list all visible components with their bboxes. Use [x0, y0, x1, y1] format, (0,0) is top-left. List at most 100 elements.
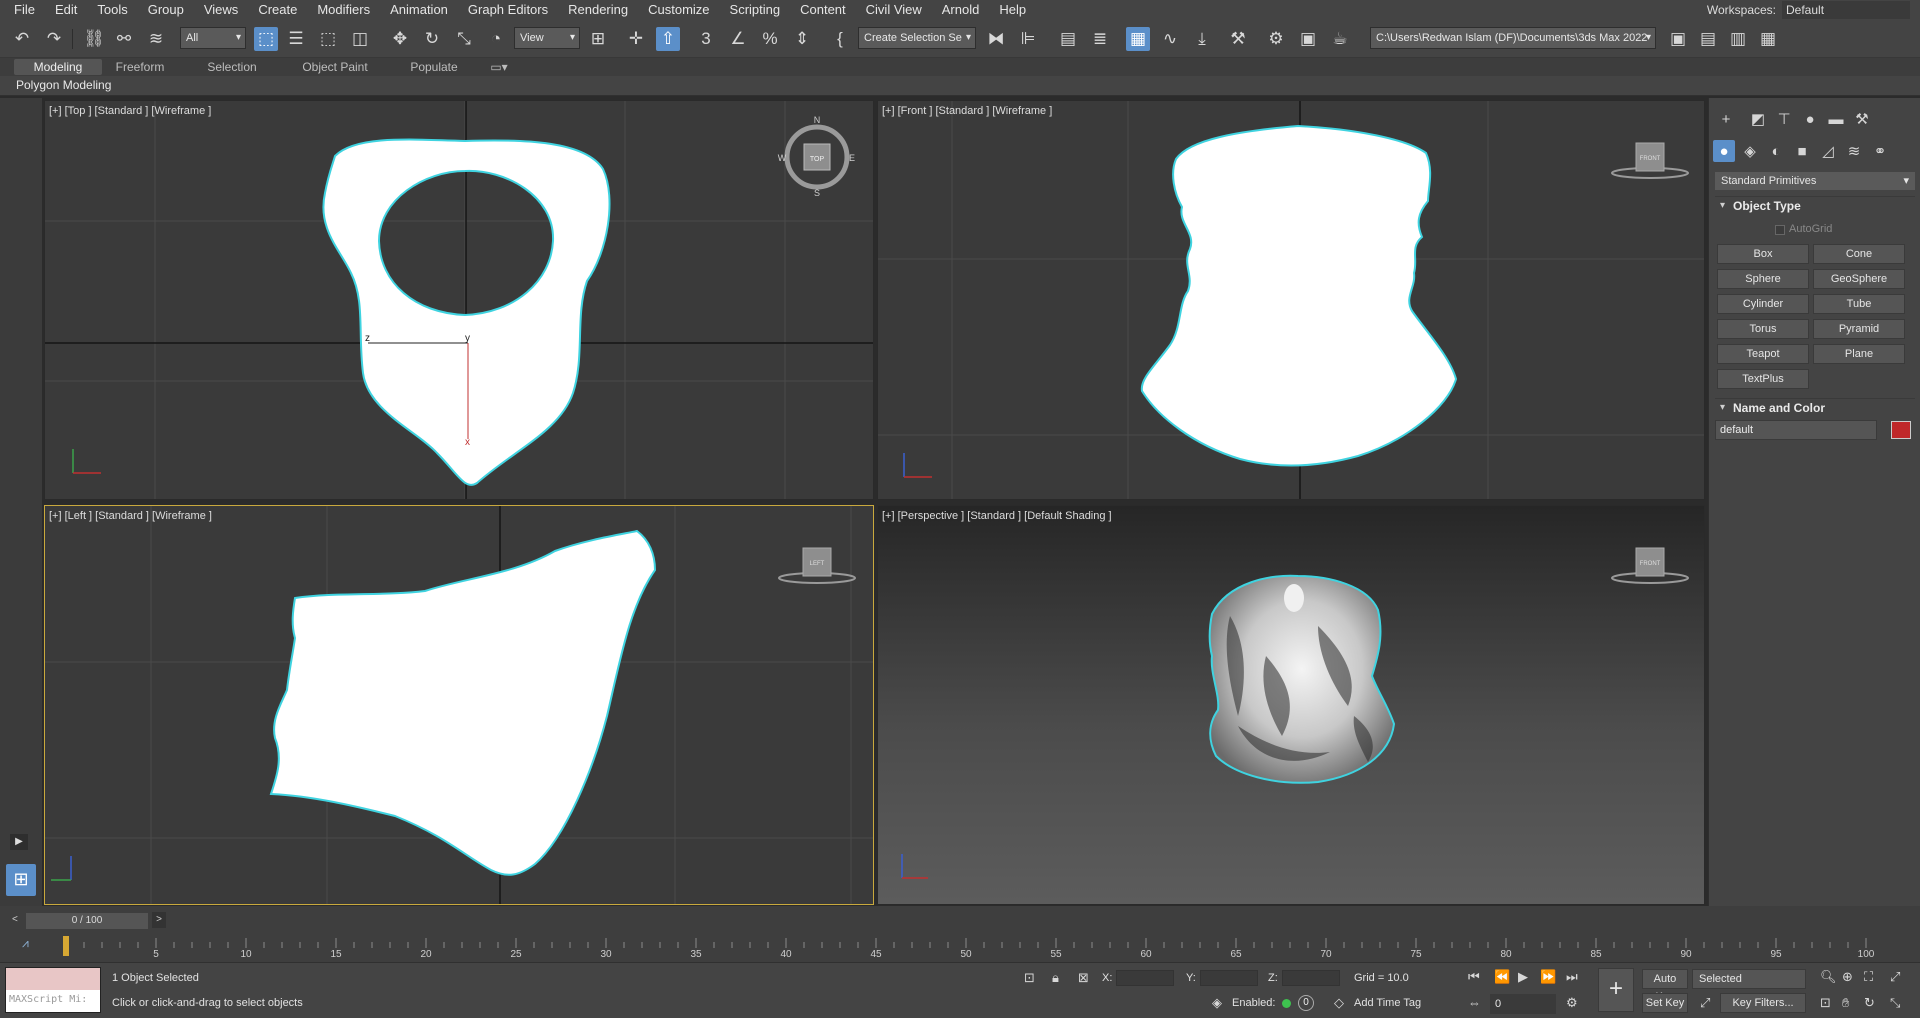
x-coord-field[interactable]: [1116, 970, 1174, 986]
viewport-top[interactable]: [+] [Top ] [Standard ] [Wireframe ] z y …: [44, 100, 874, 500]
material-editor-icon[interactable]: ⚒: [1226, 27, 1250, 51]
systems-icon[interactable]: ⚭: [1869, 140, 1891, 162]
z-coord-field[interactable]: [1282, 970, 1340, 986]
schematic-view-icon[interactable]: ⤓: [1190, 27, 1214, 51]
viewcube-perspective[interactable]: FRONT: [1611, 547, 1689, 584]
render-setup-icon[interactable]: ⚙: [1264, 27, 1288, 51]
tab-freeform[interactable]: Freeform: [108, 59, 172, 75]
time-slider[interactable]: 0 / 100: [26, 913, 148, 929]
snaps-toggle-icon[interactable]: 3: [694, 27, 718, 51]
field-of-view-icon[interactable]: ⊡: [1820, 995, 1831, 1011]
tab-object-paint[interactable]: Object Paint: [296, 59, 374, 75]
zoom-all-icon[interactable]: ⊕: [1842, 969, 1853, 985]
name-and-color-rollout[interactable]: Name and Color: [1715, 398, 1915, 417]
menu-modifiers[interactable]: Modifiers: [307, 0, 380, 20]
keyboard-shortcut-override-icon[interactable]: ⇧: [656, 27, 680, 51]
auto-key-button[interactable]: Auto Key: [1642, 969, 1688, 1003]
key-mode-select[interactable]: Selected: [1692, 969, 1806, 989]
next-frame-icon[interactable]: ⏩: [1540, 969, 1556, 985]
select-object-icon[interactable]: ⬚: [254, 27, 278, 51]
workspace-select[interactable]: Default: [1782, 1, 1910, 19]
box-button[interactable]: Box: [1717, 244, 1809, 264]
selection-filter-select[interactable]: All: [180, 27, 246, 49]
maximize-viewport-icon[interactable]: ⤡: [1890, 995, 1900, 1011]
project-folder-icon[interactable]: ▣: [1666, 27, 1690, 51]
track-bar[interactable]: 5 10 15 20 25 30 35 40 45 50 55 60 65 70 75 80 85 90 95 100: [46, 936, 1876, 960]
add-time-tag-button[interactable]: Add Time Tag: [1354, 997, 1421, 1009]
viewport-front[interactable]: [+] [Front ] [Standard ] [Wireframe ] FR…: [877, 100, 1705, 500]
rectangular-selection-icon[interactable]: ⬚: [316, 27, 340, 51]
viewport-top-label[interactable]: [+] [Top ] [Standard ] [Wireframe ]: [49, 105, 211, 117]
align-icon[interactable]: ⊫: [1016, 27, 1040, 51]
named-selection-set-select[interactable]: Create Selection Se: [858, 27, 976, 49]
display-tab-icon[interactable]: ▬: [1825, 108, 1847, 130]
curve-editor-icon[interactable]: ∿: [1158, 27, 1182, 51]
hierarchy-tab-icon[interactable]: ⊤: [1773, 108, 1795, 130]
key-tangent-icon[interactable]: ⤢: [1700, 995, 1710, 1011]
tab-modeling[interactable]: Modeling: [14, 59, 102, 75]
menu-civil-view[interactable]: Civil View: [856, 0, 932, 20]
redo-icon[interactable]: ↷: [42, 27, 66, 51]
orbit-icon[interactable]: ↻: [1864, 995, 1875, 1011]
cone-button[interactable]: Cone: [1813, 244, 1905, 264]
viewport-front-label[interactable]: [+] [Front ] [Standard ] [Wireframe ]: [882, 105, 1052, 117]
menu-create[interactable]: Create: [248, 0, 307, 20]
zoom-extents-icon[interactable]: ⛶: [1864, 969, 1873, 985]
previous-frame-arrow-icon[interactable]: <: [12, 914, 18, 925]
menu-content[interactable]: Content: [790, 0, 856, 20]
menu-edit[interactable]: Edit: [45, 0, 87, 20]
time-tag-icon[interactable]: ◇: [1334, 995, 1344, 1011]
enabled-counter[interactable]: 0: [1298, 995, 1314, 1011]
select-and-scale-icon[interactable]: ⤡: [452, 27, 476, 51]
shapes-icon[interactable]: ◈: [1739, 140, 1761, 162]
open-project-icon[interactable]: ▤: [1696, 27, 1720, 51]
create-project-icon[interactable]: ▥: [1726, 27, 1750, 51]
polygon-modeling-label[interactable]: Polygon Modeling: [16, 78, 111, 92]
undo-icon[interactable]: ↶: [10, 27, 34, 51]
adaptive-degradation-icon[interactable]: ◈: [1212, 995, 1222, 1011]
key-mode-toggle-icon[interactable]: ⇔: [1468, 995, 1481, 1010]
isolate-selection-icon[interactable]: ⊡: [1024, 970, 1035, 986]
menu-animation[interactable]: Animation: [380, 0, 458, 20]
helpers-icon[interactable]: ◿: [1817, 140, 1839, 162]
textplus-button[interactable]: TextPlus: [1717, 369, 1809, 389]
motion-tab-icon[interactable]: ●: [1799, 108, 1821, 130]
object-name-field[interactable]: default: [1715, 420, 1877, 440]
mirror-icon[interactable]: ⧓: [984, 27, 1008, 51]
bind-to-space-warp-icon[interactable]: ≋: [144, 27, 168, 51]
reference-coordinate-select[interactable]: View: [514, 27, 580, 49]
maxscript-listener[interactable]: MAXScript Mi:: [5, 967, 101, 1013]
unlink-icon[interactable]: ⚯: [112, 27, 136, 51]
tab-populate[interactable]: Populate: [404, 59, 464, 75]
project-folder-select[interactable]: C:\Users\Redwan Islam (DF)\Documents\3ds…: [1370, 27, 1656, 49]
percent-snap-icon[interactable]: %: [758, 27, 782, 51]
previous-frame-icon[interactable]: ⏪: [1494, 969, 1510, 985]
cameras-icon[interactable]: ■: [1791, 140, 1813, 162]
utilities-tab-icon[interactable]: ⚒: [1851, 108, 1873, 130]
select-and-move-icon[interactable]: ✥: [388, 27, 412, 51]
menu-views[interactable]: Views: [194, 0, 248, 20]
viewport-left-label[interactable]: [+] [Left ] [Standard ] [Wireframe ]: [49, 510, 212, 522]
sphere-button[interactable]: Sphere: [1717, 269, 1809, 289]
tab-selection[interactable]: Selection: [198, 59, 266, 75]
geosphere-button[interactable]: GeoSphere: [1813, 269, 1905, 289]
scene-explorer-icon[interactable]: ▤: [1056, 27, 1080, 51]
time-configuration-icon[interactable]: ⚙: [1566, 995, 1578, 1011]
curve-editor-mini-icon[interactable]: ⩘: [22, 936, 29, 951]
select-and-rotate-icon[interactable]: ↻: [420, 27, 444, 51]
lights-icon[interactable]: ◐: [1765, 140, 1787, 162]
current-frame-field[interactable]: 0: [1490, 994, 1556, 1014]
cylinder-button[interactable]: Cylinder: [1717, 294, 1809, 314]
modify-tab-icon[interactable]: ◩: [1747, 108, 1769, 130]
menu-scripting[interactable]: Scripting: [720, 0, 791, 20]
menu-graph-editors[interactable]: Graph Editors: [458, 0, 558, 20]
viewport-layout-icon[interactable]: ⊞: [6, 864, 36, 896]
window-crossing-icon[interactable]: ◫: [348, 27, 372, 51]
selection-lock-icon[interactable]: 🔒︎: [1052, 970, 1059, 986]
autogrid-checkbox[interactable]: [1775, 225, 1785, 235]
render-production-icon[interactable]: ☕: [1328, 27, 1352, 51]
pan-view-icon[interactable]: ✋︎: [1842, 995, 1849, 1011]
menu-group[interactable]: Group: [138, 0, 194, 20]
menu-tools[interactable]: Tools: [87, 0, 137, 20]
select-manipulate-icon[interactable]: ✛: [624, 27, 648, 51]
